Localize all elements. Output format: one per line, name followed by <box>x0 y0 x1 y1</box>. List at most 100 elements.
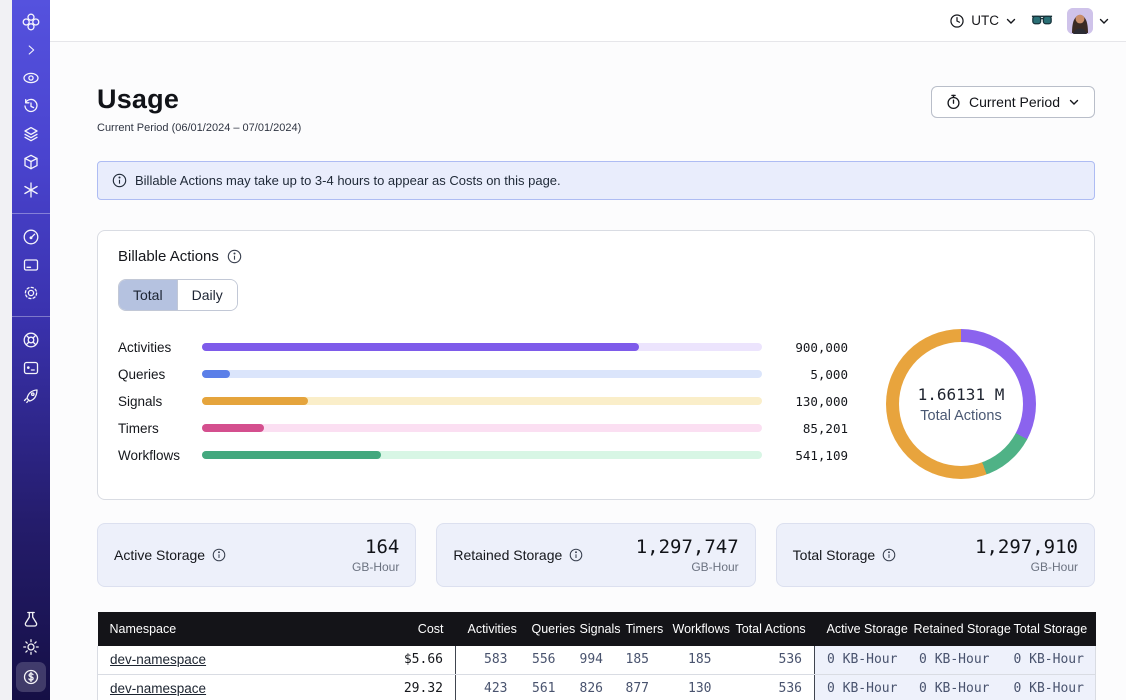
namespace-usage-table: Namespace Cost Activities Queries Signal… <box>97 612 1096 700</box>
period-selector-button[interactable]: Current Period <box>931 86 1095 118</box>
info-icon <box>112 173 127 188</box>
col-timers: Timers <box>614 612 661 646</box>
total-actions-cell: 536 <box>724 674 815 700</box>
theme-sun-icon[interactable] <box>16 634 46 660</box>
sidebar-divider <box>12 316 50 317</box>
active-storage-label: Active Storage <box>114 547 205 563</box>
getting-started-rocket-icon[interactable] <box>16 383 46 409</box>
timers-cell: 877 <box>614 674 661 700</box>
activities-bar <box>202 343 762 351</box>
chevron-down-icon <box>1005 15 1017 27</box>
info-icon[interactable] <box>212 548 226 562</box>
bar-value: 130,000 <box>778 394 848 409</box>
page-subtitle: Current Period (06/01/2024 – 07/01/2024) <box>97 122 301 134</box>
usage-meter-icon[interactable] <box>16 224 46 250</box>
table-row: dev-namespace 29.32 423 561 826 877 130 … <box>98 674 1096 700</box>
retained-storage-label: Retained Storage <box>453 547 562 563</box>
bar-label: Timers <box>118 421 202 436</box>
support-lifebuoy-icon[interactable] <box>16 327 46 353</box>
workflows-cell: 185 <box>661 646 724 674</box>
retained-storage-cell: 0 KB-Hour <box>902 646 1002 674</box>
table-row: dev-namespace $5.66 583 556 994 185 185 … <box>98 646 1096 674</box>
signals-cell: 826 <box>568 674 614 700</box>
timezone-label: UTC <box>971 13 999 28</box>
info-banner: Billable Actions may take up to 3-4 hour… <box>97 161 1095 200</box>
col-cost: Cost <box>381 612 456 646</box>
user-menu[interactable] <box>1067 8 1110 34</box>
bar-row-signals: Signals 130,000 <box>118 391 848 412</box>
nexus-asterisk-icon[interactable] <box>16 177 46 203</box>
stopwatch-icon <box>946 94 961 110</box>
queries-cell: 556 <box>520 646 568 674</box>
namespaces-icon[interactable] <box>16 65 46 91</box>
total-storage-value: 1,297,910 <box>975 536 1078 558</box>
billable-actions-title: Billable Actions <box>118 248 219 265</box>
cost-cell: 29.32 <box>381 674 456 700</box>
namespace-link[interactable]: dev-namespace <box>110 652 206 667</box>
labs-flask-icon[interactable] <box>16 606 46 632</box>
expand-chevron-icon[interactable] <box>16 37 46 63</box>
temporal-logo-icon[interactable] <box>16 9 46 35</box>
info-banner-text: Billable Actions may take up to 3-4 hour… <box>135 173 561 188</box>
queries-bar <box>202 370 762 378</box>
page-title: Usage <box>97 84 301 115</box>
deployments-cube-icon[interactable] <box>16 149 46 175</box>
period-button-label: Current Period <box>969 94 1060 110</box>
info-icon[interactable] <box>569 548 583 562</box>
feedback-glasses-icon[interactable] <box>1031 13 1053 29</box>
bar-row-activities: Activities 900,000 <box>118 337 848 358</box>
retained-storage-cell: 0 KB-Hour <box>902 674 1002 700</box>
usage-dollar-icon[interactable] <box>16 662 46 692</box>
bar-value: 5,000 <box>778 367 848 382</box>
col-queries: Queries <box>520 612 568 646</box>
total-storage-card: Total Storage 1,297,910 GB-Hour <box>776 523 1095 587</box>
bar-value: 541,109 <box>778 448 848 463</box>
bar-value: 900,000 <box>778 340 848 355</box>
info-icon[interactable] <box>227 249 242 264</box>
bar-label: Signals <box>118 394 202 409</box>
timezone-dropdown[interactable]: UTC <box>949 13 1017 29</box>
timers-bar <box>202 424 762 432</box>
tab-total[interactable]: Total <box>119 280 177 310</box>
col-workflows: Workflows <box>661 612 724 646</box>
active-storage-cell: 0 KB-Hour <box>815 674 902 700</box>
active-storage-cell: 0 KB-Hour <box>815 646 902 674</box>
total-storage-cell: 0 KB-Hour <box>1002 646 1096 674</box>
col-total-actions: Total Actions <box>724 612 815 646</box>
billing-card-icon[interactable] <box>16 252 46 278</box>
cost-cell: $5.66 <box>381 646 456 674</box>
info-icon[interactable] <box>882 548 896 562</box>
bar-value: 85,201 <box>778 421 848 436</box>
layers-icon[interactable] <box>16 121 46 147</box>
retained-storage-value: 1,297,747 <box>636 536 739 558</box>
history-icon[interactable] <box>16 93 46 119</box>
billable-actions-chart: Activities 900,000 Queries 5,000 Signals… <box>118 329 1074 479</box>
bar-label: Queries <box>118 367 202 382</box>
retained-storage-unit: GB-Hour <box>636 560 739 574</box>
signals-bar <box>202 397 762 405</box>
sidebar-divider <box>12 213 50 214</box>
bar-row-queries: Queries 5,000 <box>118 364 848 385</box>
workflows-bar <box>202 451 762 459</box>
total-actions-donut: 1.66131 M Total Actions <box>886 329 1036 479</box>
col-active-storage: Active Storage <box>815 612 902 646</box>
total-storage-label: Total Storage <box>793 547 876 563</box>
main-content: Usage Current Period (06/01/2024 – 07/01… <box>50 42 1126 700</box>
tab-daily[interactable]: Daily <box>177 280 237 310</box>
chevron-down-icon <box>1098 15 1110 27</box>
namespace-link[interactable]: dev-namespace <box>110 681 206 696</box>
col-total-storage: Total Storage <box>1002 612 1096 646</box>
active-storage-value: 164 <box>352 536 399 558</box>
activities-cell: 423 <box>456 674 520 700</box>
settings-gear-icon[interactable] <box>16 280 46 306</box>
active-storage-unit: GB-Hour <box>352 560 399 574</box>
terminal-icon[interactable] <box>16 355 46 381</box>
total-actions-label: Total Actions <box>920 408 1001 424</box>
clock-icon <box>949 13 965 29</box>
bar-row-timers: Timers 85,201 <box>118 418 848 439</box>
total-storage-cell: 0 KB-Hour <box>1002 674 1096 700</box>
bar-label: Activities <box>118 340 202 355</box>
col-activities: Activities <box>456 612 520 646</box>
bar-label: Workflows <box>118 448 202 463</box>
topbar: UTC <box>50 0 1126 42</box>
